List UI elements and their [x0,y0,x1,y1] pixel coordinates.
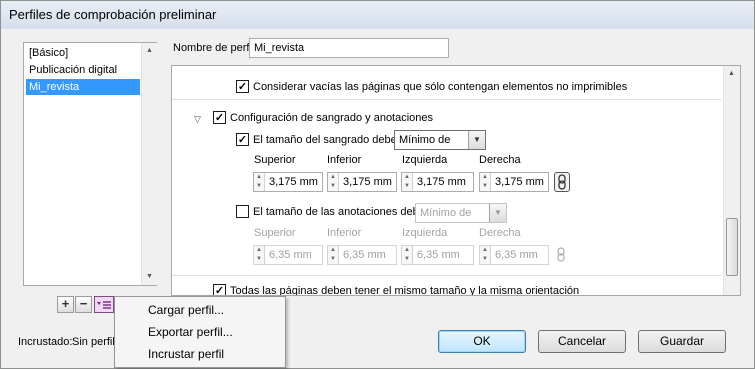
bleed-header-bottom: Inferior [327,154,362,166]
spinner-icon: ▲ ▼ [254,246,265,264]
slug-right-input[interactable]: ▲ ▼ 6,35 mm [479,245,549,265]
empty-pages-checkbox[interactable]: ✓ [236,80,249,93]
minus-icon[interactable]: − [75,296,92,313]
scroll-down-icon[interactable]: ▼ [142,269,157,285]
bleed-section-label: Configuración de sangrado y anotaciones [230,112,434,124]
menu-item-export[interactable]: Exportar perfil... [115,321,285,343]
triangle-down-icon[interactable]: ▽ [194,114,201,125]
save-button[interactable]: Guardar [638,330,726,353]
slug-header-bottom: Inferior [327,227,362,239]
spinner-icon: ▲ ▼ [328,246,339,264]
slug-bottom-input[interactable]: ▲ ▼ 6,35 mm [327,245,397,265]
bleed-select-value: Mínimo de [399,134,451,146]
slug-select-value: Mínimo de [420,207,472,219]
settings-panel: ✓ Considerar vacías las páginas que sólo… [171,65,741,296]
bleed-section-checkbox[interactable]: ✓ [213,111,226,124]
profile-menu-icon[interactable] [94,296,114,313]
slug-select[interactable]: Mínimo de ▼ [415,203,507,223]
bleed-left-input[interactable]: ▲ ▼ 3,175 mm [401,172,474,192]
slug-top-input[interactable]: ▲ ▼ 6,35 mm [253,245,323,265]
slug-header-top: Superior [254,227,296,239]
profile-name-input[interactable]: Mi_revista [249,38,449,58]
bleed-header-top: Superior [254,154,296,166]
list-scrollbar[interactable]: ▲ ▼ [141,43,157,285]
list-item[interactable]: [Básico] [26,45,140,61]
divider [172,99,722,100]
profile-list[interactable]: [Básico] Publicación digital Mi_revista … [23,42,157,286]
bleed-checkbox[interactable]: ✓ [236,133,249,146]
empty-pages-label: Considerar vacías las páginas que sólo c… [253,81,628,93]
bleed-bottom-input[interactable]: ▲ ▼ 3,175 mm [327,172,397,192]
spinner-icon: ▲ ▼ [480,246,491,264]
spinner-icon[interactable]: ▲ ▼ [480,173,491,191]
spinner-icon[interactable]: ▲ ▼ [254,173,265,191]
ok-button[interactable]: OK [438,330,526,353]
scroll-up-icon[interactable]: ▲ [724,66,739,82]
bleed-header-left: Izquierda [402,154,448,166]
chain-link-icon[interactable] [554,172,570,192]
title-bar: Perfiles de comprobación preliminar [1,1,754,29]
bleed-header-right: Derecha [479,154,521,166]
list-item[interactable]: Publicación digital [26,62,140,78]
menu-item-load[interactable]: Cargar perfil... [115,299,285,321]
same-size-label: Todas las páginas deben tener el mismo t… [230,285,580,296]
scroll-up-icon[interactable]: ▲ [142,43,157,59]
cancel-button[interactable]: Cancelar [538,330,626,353]
list-item-selected[interactable]: Mi_revista [26,79,140,95]
plus-icon[interactable]: + [57,296,74,313]
scroll-thumb[interactable] [726,218,738,276]
slug-checkbox[interactable] [236,205,249,218]
profile-menu: Cargar perfil... Exportar perfil... Incr… [114,296,286,368]
slug-header-right: Derecha [479,227,521,239]
dialog-title: Perfiles de comprobación preliminar [9,7,217,22]
profile-name-label: Nombre de perfil: [173,42,258,54]
chevron-down-icon[interactable]: ▼ [489,204,506,222]
same-size-checkbox[interactable]: ✓ [213,284,226,295]
bleed-top-input[interactable]: ▲ ▼ 3,175 mm [253,172,323,192]
spinner-icon[interactable]: ▲ ▼ [328,173,339,191]
bleed-select[interactable]: Mínimo de ▼ [394,130,486,150]
spinner-icon[interactable]: ▲ ▼ [402,173,413,191]
divider [172,275,722,276]
menu-item-embed[interactable]: Incrustar perfil [115,343,285,365]
slug-left-input[interactable]: ▲ ▼ 6,35 mm [401,245,474,265]
chain-link-icon [556,247,566,263]
bleed-right-input[interactable]: ▲ ▼ 3,175 mm [479,172,549,192]
spinner-icon: ▲ ▼ [402,246,413,264]
slug-header-left: Izquierda [402,227,448,239]
embedded-label: Incrustado: [18,336,73,348]
chevron-down-icon[interactable]: ▼ [468,131,485,149]
panel-scrollbar[interactable]: ▲ [723,66,740,295]
